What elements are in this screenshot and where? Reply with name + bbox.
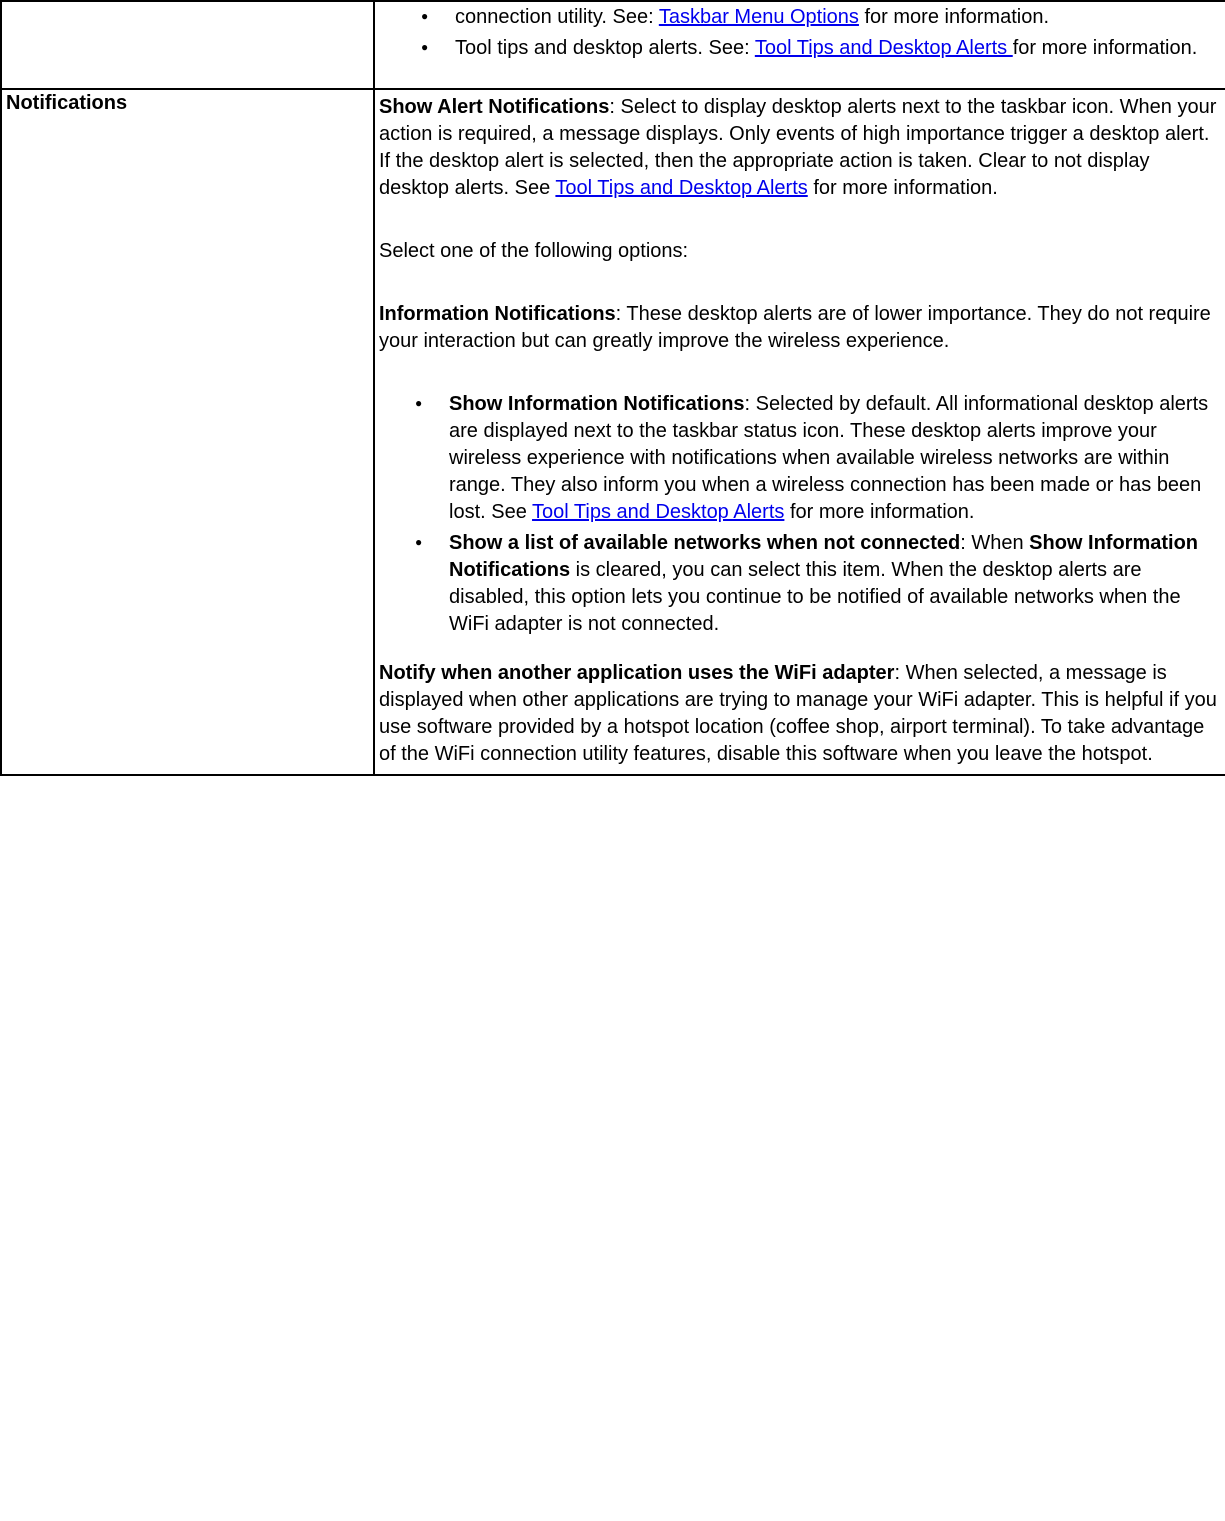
list-item: Show a list of available networks when n…: [439, 530, 1217, 638]
option-title: Show a list of available networks when n…: [449, 532, 960, 554]
text: for more information.: [808, 177, 998, 199]
text: Tool tips and desktop alerts. See:: [455, 37, 755, 59]
option-title: Show Alert Notifications: [379, 96, 609, 118]
text: for more information.: [859, 6, 1049, 28]
settings-table: connection utility. See: Taskbar Menu Op…: [0, 0, 1225, 776]
option-title: Information Notifications: [379, 303, 616, 325]
show-alert-notifications-paragraph: Show Alert Notifications: Select to disp…: [379, 94, 1217, 202]
list-item: connection utility. See: Taskbar Menu Op…: [445, 4, 1215, 31]
table-row: Notifications Show Alert Notifications: …: [1, 89, 1225, 775]
table-row: connection utility. See: Taskbar Menu Op…: [1, 1, 1225, 89]
tool-tips-desktop-alerts-link[interactable]: Tool Tips and Desktop Alerts: [555, 177, 807, 199]
notify-other-app-paragraph: Notify when another application uses the…: [379, 660, 1217, 768]
select-options-paragraph: Select one of the following options:: [379, 238, 1217, 265]
text: for more information.: [1013, 37, 1198, 59]
option-title: Notify when another application uses the…: [379, 662, 894, 684]
list-item: Show Information Notifications: Selected…: [439, 391, 1217, 526]
text: connection utility. See:: [455, 6, 659, 28]
list-item: Tool tips and desktop alerts. See: Tool …: [445, 35, 1215, 62]
notifications-content-cell: Show Alert Notifications: Select to disp…: [374, 89, 1225, 775]
information-notifications-paragraph: Information Notifications: These desktop…: [379, 301, 1217, 355]
text: for more information.: [784, 501, 974, 523]
info-notifications-list: Show Information Notifications: Selected…: [379, 391, 1217, 638]
row1-list: connection utility. See: Taskbar Menu Op…: [385, 4, 1215, 62]
tool-tips-desktop-alerts-link[interactable]: Tool Tips and Desktop Alerts: [532, 501, 784, 523]
notifications-label-cell: Notifications: [1, 89, 374, 775]
row-heading: Notifications: [6, 92, 127, 114]
tool-tips-desktop-alerts-link[interactable]: Tool Tips and Desktop Alerts: [755, 37, 1013, 59]
row1-label-cell: [1, 1, 374, 89]
text: : When: [960, 532, 1029, 554]
option-title: Show Information Notifications: [449, 393, 745, 415]
row1-content-cell: connection utility. See: Taskbar Menu Op…: [374, 1, 1225, 89]
taskbar-menu-options-link[interactable]: Taskbar Menu Options: [659, 6, 859, 28]
